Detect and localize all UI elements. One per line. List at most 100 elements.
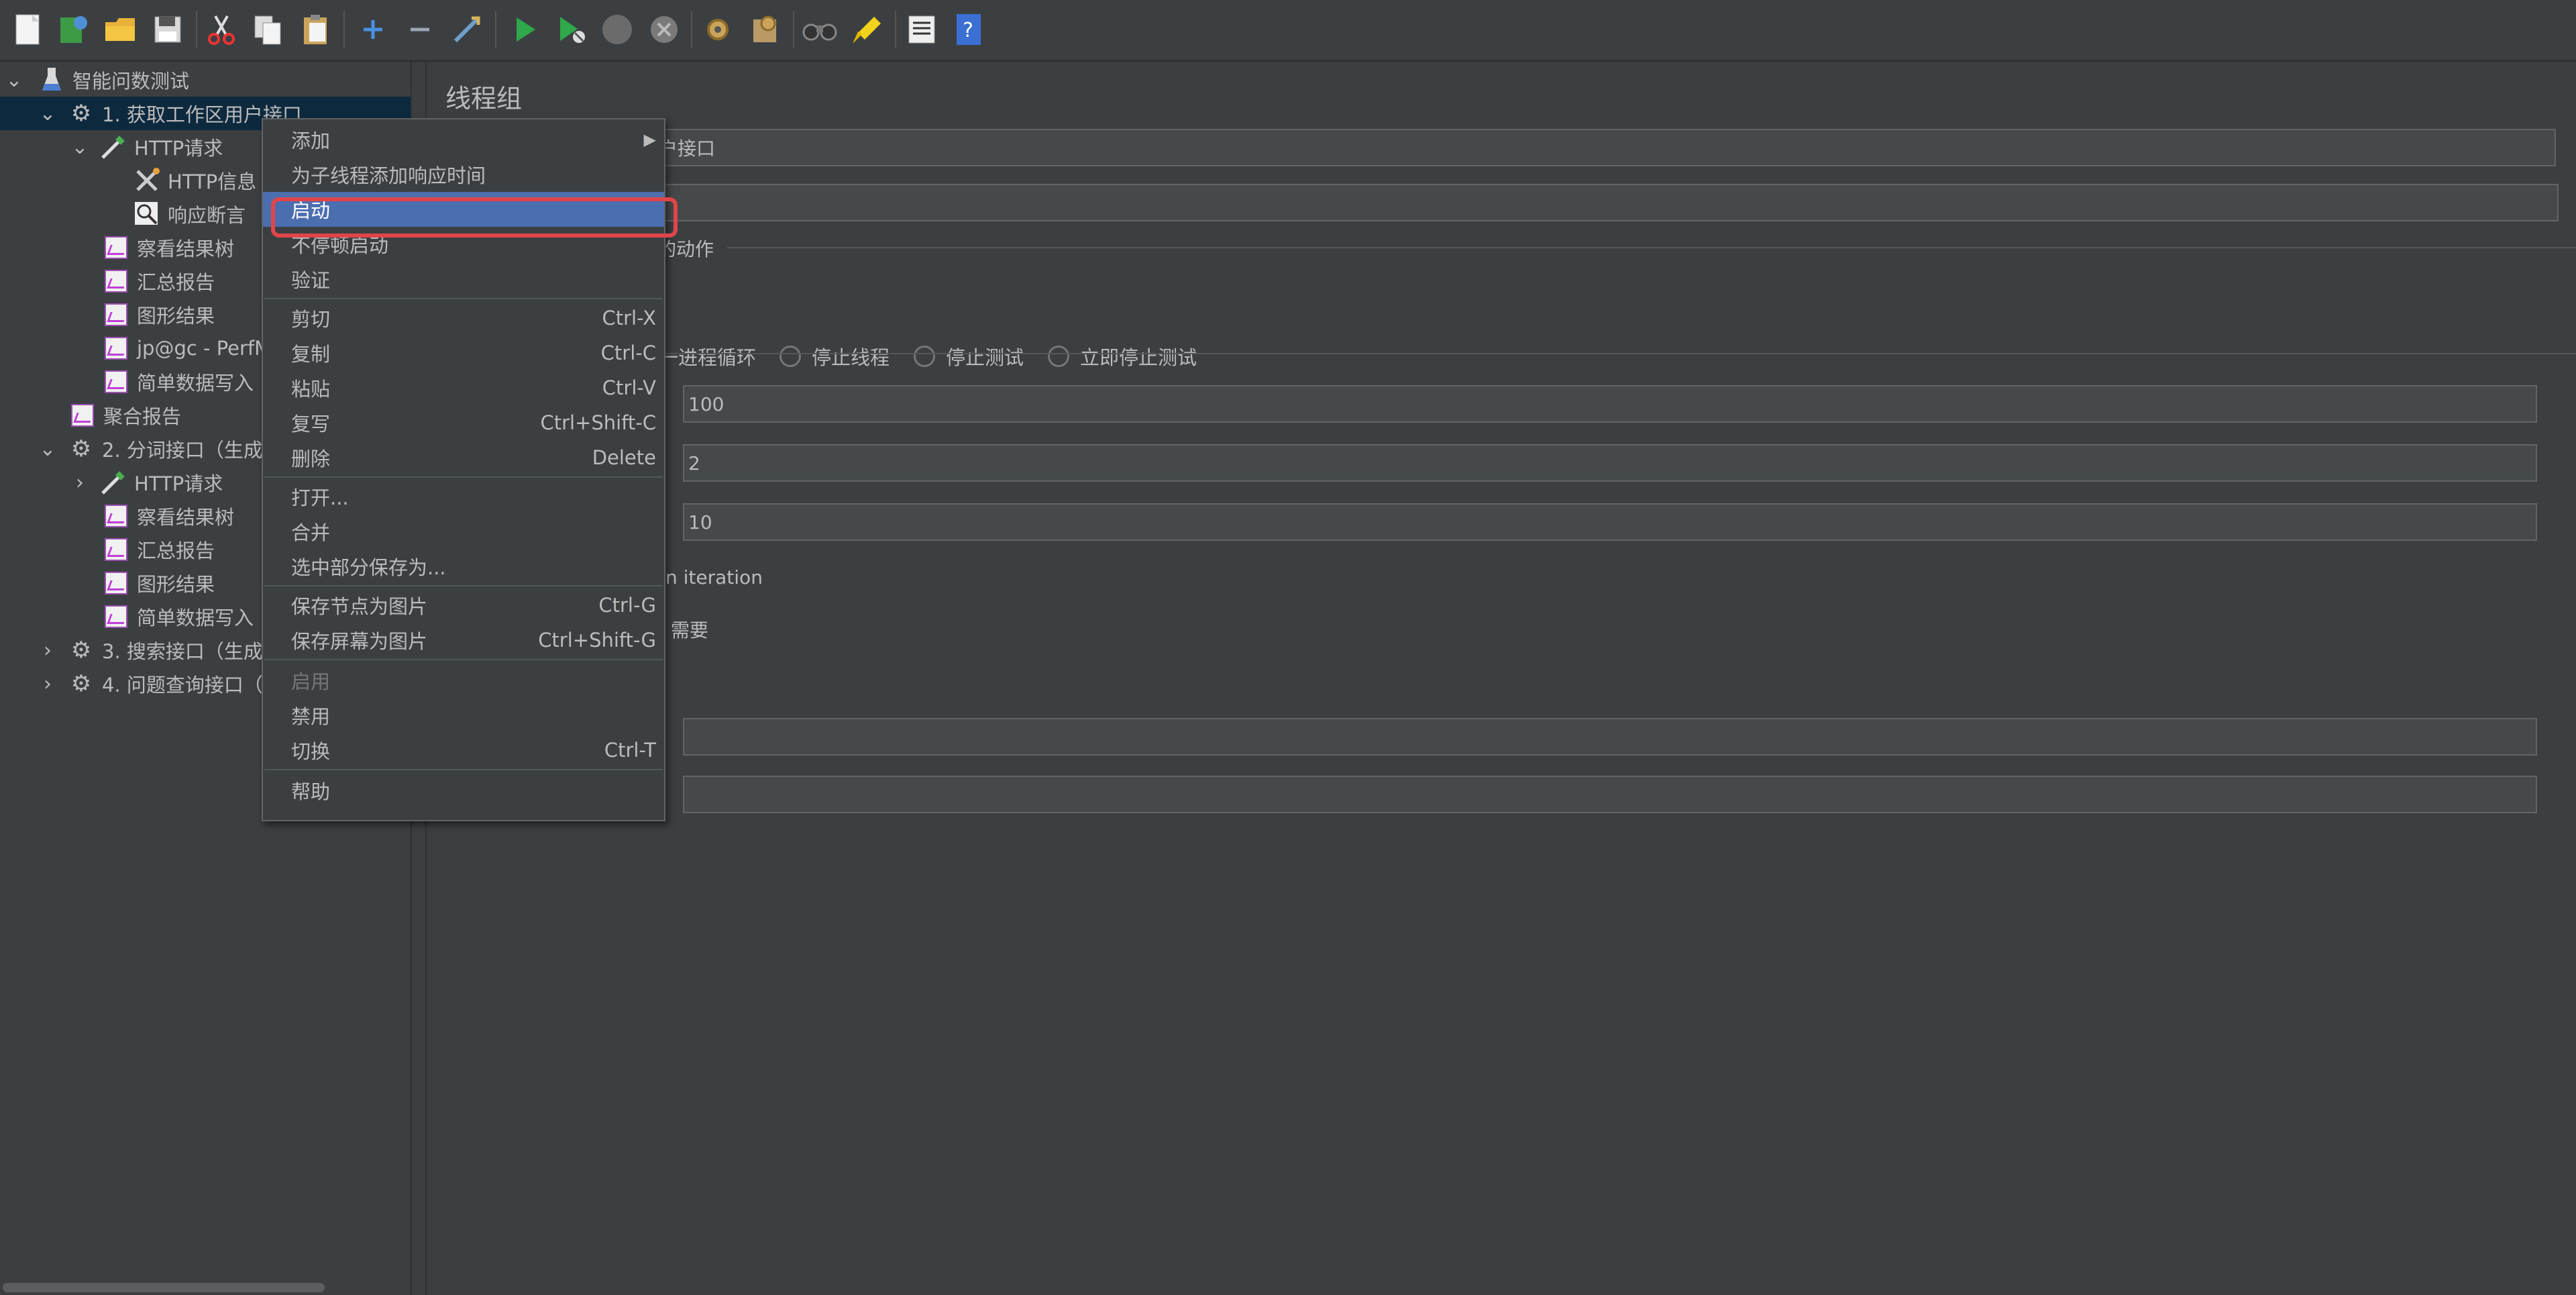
chart-icon — [101, 534, 131, 565]
function-helper-icon[interactable] — [902, 9, 942, 50]
thread-group-panel: 线程组 户接口 的动作 一进程循环 停止线程 停止测试 立即停止测试 100 2… — [412, 62, 2576, 1295]
menu-item-duplicate[interactable]: 复写 Ctrl+Shift-C — [263, 405, 664, 440]
chart-icon — [67, 400, 98, 431]
radio-stop-test-now[interactable]: 立即停止测试 — [1048, 342, 1197, 370]
open-icon[interactable] — [101, 9, 141, 50]
tree-node-label: 4. 问题查询接口（ — [102, 674, 263, 696]
tree-horizontal-scrollbar[interactable] — [0, 1280, 411, 1295]
radio-label: 停止测试 — [946, 346, 1024, 369]
menu-item-start-no-pauses[interactable]: 不停顿启动 — [263, 227, 664, 262]
wrench-icon — [131, 165, 162, 196]
radio-circle[interactable] — [914, 346, 935, 367]
menu-item-disable[interactable]: 禁用 — [263, 698, 664, 733]
help-icon[interactable]: ? — [949, 9, 989, 50]
clear-all-icon[interactable] — [745, 9, 785, 50]
thread-count-field[interactable]: 100 — [683, 385, 2537, 423]
tree-node-label: HTTP请求 — [134, 137, 223, 160]
loop-count-field[interactable]: 10 — [683, 503, 2537, 541]
reset-search-icon[interactable] — [847, 9, 887, 50]
gear-icon: ⚙ — [70, 670, 92, 697]
chevron-right-icon[interactable]: › — [68, 471, 91, 495]
tree-node-label: 简单数据写入 — [137, 372, 254, 395]
copy-icon[interactable] — [248, 9, 288, 50]
radio-label: 立即停止测试 — [1080, 346, 1197, 369]
tree-node-label: 汇总报告 — [137, 539, 215, 562]
start-no-pauses-icon[interactable] — [551, 9, 592, 50]
menu-item-help[interactable]: 帮助 — [263, 773, 664, 808]
menu-item-open[interactable]: 打开... — [263, 479, 664, 514]
cut-icon[interactable] — [201, 9, 241, 50]
tree-node-label: 图形结果 — [137, 573, 215, 596]
menu-item-delete[interactable]: 删除 Delete — [263, 440, 664, 475]
radio-stop-thread[interactable]: 停止线程 — [780, 342, 890, 370]
svg-text:?: ? — [963, 19, 973, 42]
menu-item-add-think-times[interactable]: 为子线程添加响应时间 — [263, 157, 664, 192]
context-menu: 添加 ▶ 为子线程添加响应时间 启动 不停顿启动 验证 剪切 Ctrl-X 复制 Ct… — [262, 118, 665, 821]
pipette-icon — [98, 467, 129, 498]
tree-node-test-plan[interactable]: ⌄ 智能问数测试 — [0, 63, 411, 97]
gear-icon: ⚙ — [70, 435, 92, 462]
tree-node-label: 察看结果树 — [137, 238, 235, 260]
delay-thread-checkbox-label[interactable]: 需要 — [671, 616, 708, 643]
collapse-all-icon[interactable] — [400, 9, 440, 50]
paste-icon[interactable] — [295, 9, 335, 50]
start-icon[interactable] — [504, 9, 545, 50]
search-icon[interactable] — [800, 9, 840, 50]
menu-item-save-selection-as[interactable]: 选中部分保存为... — [263, 549, 664, 584]
menu-item-merge[interactable]: 合并 — [263, 514, 664, 549]
chevron-right-icon[interactable]: › — [36, 672, 59, 696]
chart-icon — [101, 366, 131, 397]
startup-delay-field[interactable] — [683, 776, 2537, 813]
same-user-checkbox-label[interactable]: n iteration — [665, 566, 763, 588]
flask-icon — [36, 64, 67, 95]
menu-item-toggle[interactable]: 切换 Ctrl-T — [263, 733, 664, 768]
radio-circle[interactable] — [780, 346, 801, 367]
new-icon[interactable] — [8, 9, 48, 50]
chevron-right-icon[interactable]: › — [36, 639, 59, 662]
menu-item-cut[interactable]: 剪切 Ctrl-X — [263, 301, 664, 335]
clear-icon[interactable] — [698, 9, 738, 50]
chevron-down-icon[interactable]: ⌄ — [3, 68, 25, 92]
pipette-icon — [98, 132, 129, 162]
toggle-icon[interactable] — [447, 9, 487, 50]
radio-label: 停止线程 — [812, 346, 890, 369]
menu-item-copy[interactable]: 复制 Ctrl-C — [263, 335, 664, 370]
toolbar: ? — [0, 0, 2576, 62]
tree-node-label: HTTP信息 — [168, 170, 257, 193]
save-icon[interactable] — [148, 9, 188, 50]
error-action-section-label: 的动作 — [657, 238, 714, 260]
tree-node-label: 汇总报告 — [137, 271, 215, 294]
chart-icon — [101, 299, 131, 330]
menu-item-add[interactable]: 添加 ▶ — [263, 122, 664, 157]
page-title: 线程组 — [445, 84, 523, 113]
templates-icon[interactable] — [54, 9, 94, 50]
stop-icon[interactable] — [597, 9, 637, 50]
chart-icon — [101, 232, 131, 263]
tree-node-label: jp@gc - PerfM — [137, 337, 272, 360]
ramp-up-field[interactable]: 2 — [683, 444, 2537, 482]
chevron-down-icon[interactable]: ⌄ — [36, 102, 59, 125]
menu-item-save-node-as-image[interactable]: 保存节点为图片 Ctrl-G — [263, 588, 664, 623]
chart-icon — [101, 266, 131, 297]
radio-stop-test[interactable]: 停止测试 — [914, 342, 1024, 370]
menu-item-validate[interactable]: 验证 — [263, 262, 664, 297]
comments-field[interactable] — [653, 184, 2559, 221]
menu-item-save-screen-as-image[interactable]: 保存屏幕为图片 Ctrl+Shift-G — [263, 623, 664, 658]
menu-item-paste[interactable]: 粘贴 Ctrl-V — [263, 370, 664, 405]
tree-node-label: 简单数据写入 — [137, 607, 254, 629]
expand-all-icon[interactable] — [353, 9, 393, 50]
radio-start-next-loop[interactable]: 一进程循环 — [659, 342, 756, 370]
scrollbar-thumb[interactable] — [3, 1283, 325, 1292]
tree-node-label: HTTP请求 — [134, 472, 223, 495]
tree-node-label: 察看结果树 — [137, 506, 235, 529]
tree-node-label: 响应断言 — [168, 204, 246, 227]
name-field[interactable]: 户接口 — [653, 129, 2556, 166]
radio-circle[interactable] — [1048, 346, 1069, 367]
chevron-down-icon[interactable]: ⌄ — [68, 136, 91, 159]
gear-icon: ⚙ — [70, 100, 92, 127]
tree-node-label: 聚合报告 — [103, 405, 182, 428]
duration-field[interactable] — [683, 718, 2537, 756]
shutdown-icon[interactable] — [644, 9, 684, 50]
menu-item-start[interactable]: 启动 — [263, 192, 664, 227]
chevron-down-icon[interactable]: ⌄ — [36, 437, 59, 461]
